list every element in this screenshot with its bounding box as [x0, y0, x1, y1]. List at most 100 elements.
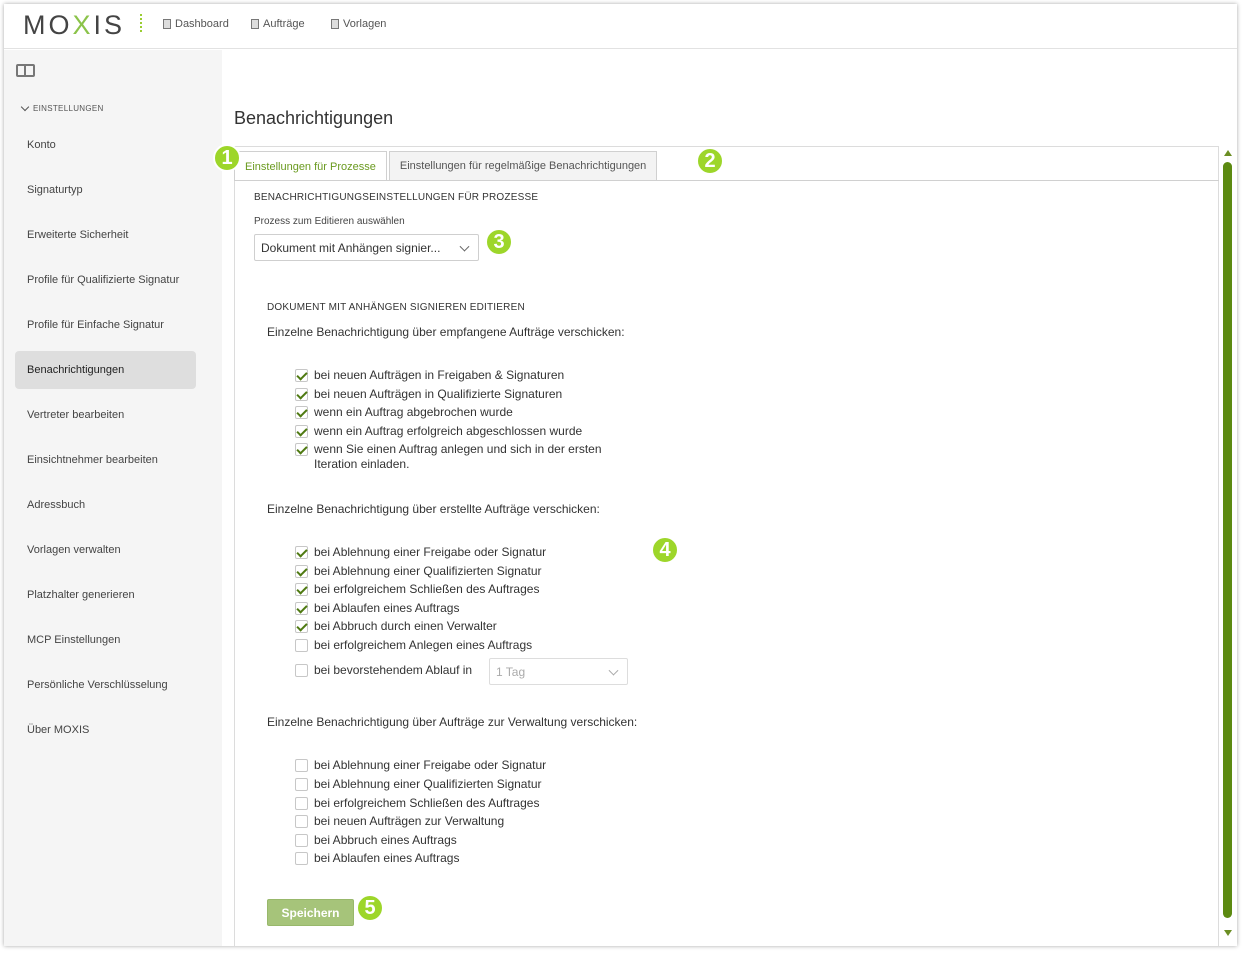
- checkbox-checked[interactable]: [295, 620, 308, 633]
- section-heading: BENACHRICHTIGUNGSEINSTELLUNGEN FÜR PROZE…: [254, 192, 539, 203]
- nav-vorlagen[interactable]: Vorlagen: [331, 18, 386, 30]
- expiry-select[interactable]: 1 Tag: [489, 658, 628, 685]
- sidebar-toggle-icon[interactable]: [16, 64, 35, 77]
- checkbox-checked[interactable]: [295, 546, 308, 559]
- sidebar-item-label: Platzhalter generieren: [27, 589, 135, 601]
- sidebar-item-einsichtnehmer[interactable]: Einsichtnehmer bearbeiten: [15, 441, 196, 479]
- sidebar-item-erweiterte-sicherheit[interactable]: Erweiterte Sicherheit: [15, 216, 196, 254]
- scroll-up-arrow-icon[interactable]: [1224, 150, 1232, 156]
- checkbox-checked[interactable]: [295, 369, 308, 382]
- checkbox-unchecked[interactable]: [295, 664, 308, 677]
- sidebar-section-einstellungen[interactable]: EINSTELLUNGEN: [20, 102, 104, 113]
- option-received-abgebrochen[interactable]: wenn ein Auftrag abgebrochen wurde: [295, 405, 513, 420]
- sidebar-item-platzhalter[interactable]: Platzhalter generieren: [15, 576, 196, 614]
- sidebar-item-signaturtyp[interactable]: Signaturtyp: [15, 171, 196, 209]
- save-button[interactable]: Speichern: [267, 899, 354, 926]
- sidebar-item-verschluesselung[interactable]: Persönliche Verschlüsselung: [15, 666, 196, 704]
- checkbox-checked[interactable]: [295, 425, 308, 438]
- group-managed-label: Einzelne Benachrichtigung über Aufträge …: [267, 715, 638, 729]
- option-managed-ablehnung-qualifiziert[interactable]: bei Ablehnung einer Qualifizierten Signa…: [295, 777, 541, 792]
- option-created-bevorstehend[interactable]: bei bevorstehendem Ablauf in: [295, 663, 472, 678]
- tab-divider: [234, 180, 1219, 181]
- document-icon: [331, 19, 339, 29]
- option-label-wrap: wenn Sie einen Auftrag anlegen und sich …: [314, 442, 602, 472]
- option-label: bei Ablaufen eines Auftrags: [314, 601, 460, 615]
- sidebar-item-label: Über MOXIS: [27, 724, 90, 736]
- sidebar-item-label: Vertreter bearbeiten: [27, 409, 125, 421]
- sidebar-item-ueber-moxis[interactable]: Über MOXIS: [15, 711, 196, 749]
- process-select[interactable]: Dokument mit Anhängen signier...: [254, 234, 479, 261]
- sidebar-item-mcp[interactable]: MCP Einstellungen: [15, 621, 196, 659]
- scrollbar[interactable]: [1220, 146, 1236, 938]
- sidebar-item-konto[interactable]: Konto: [15, 126, 196, 164]
- nav-vorlagen-label: Vorlagen: [343, 18, 387, 30]
- option-label: bei Ablehnung einer Qualifizierten Signa…: [314, 777, 542, 791]
- option-label: bei erfolgreichem Schließen des Auftrage…: [314, 796, 540, 810]
- tab-prozesse[interactable]: Einstellungen für Prozesse: [234, 151, 387, 181]
- checkbox-checked[interactable]: [295, 583, 308, 596]
- annotation-badge-3: 3: [485, 228, 513, 256]
- checkbox-unchecked[interactable]: [295, 778, 308, 791]
- chevron-down-icon: [608, 665, 619, 676]
- checkbox-unchecked[interactable]: [295, 815, 308, 828]
- option-managed-schliessen[interactable]: bei erfolgreichem Schließen des Auftrage…: [295, 796, 539, 811]
- sidebar-item-vorlagen-verwalten[interactable]: Vorlagen verwalten: [15, 531, 196, 569]
- sidebar-item-label: Einsichtnehmer bearbeiten: [27, 454, 158, 466]
- option-received-anlegen[interactable]: wenn Sie einen Auftrag anlegen und sich …: [295, 442, 602, 472]
- checkbox-checked[interactable]: [295, 443, 308, 456]
- option-received-abgeschlossen[interactable]: wenn ein Auftrag erfolgreich abgeschloss…: [295, 424, 582, 439]
- option-label: bei erfolgreichem Anlegen eines Auftrags: [314, 638, 533, 652]
- option-managed-ablaufen[interactable]: bei Ablaufen eines Auftrags: [295, 851, 459, 866]
- option-managed-abbruch[interactable]: bei Abbruch eines Auftrags: [295, 833, 457, 848]
- checkbox-unchecked[interactable]: [295, 759, 308, 772]
- option-created-ablaufen[interactable]: bei Ablaufen eines Auftrags: [295, 601, 459, 616]
- group-received-label: Einzelne Benachrichtigung über empfangen…: [267, 325, 625, 339]
- sidebar-item-adressbuch[interactable]: Adressbuch: [15, 486, 196, 524]
- sidebar-item-benachrichtigungen[interactable]: Benachrichtigungen: [15, 351, 196, 389]
- checkbox-checked[interactable]: [295, 602, 308, 615]
- option-created-anlegen[interactable]: bei erfolgreichem Anlegen eines Auftrags: [295, 638, 532, 653]
- checkbox-checked[interactable]: [295, 565, 308, 578]
- nav-dashboard-label: Dashboard: [175, 18, 229, 30]
- option-created-abbruch-verwalter[interactable]: bei Abbruch durch einen Verwalter: [295, 619, 497, 634]
- option-received-freigaben[interactable]: bei neuen Aufträgen in Freigaben & Signa…: [295, 368, 564, 383]
- sidebar-item-profile-einfache[interactable]: Profile für Einfache Signatur: [15, 306, 196, 344]
- logo-x: X: [72, 10, 94, 40]
- document-icon: [251, 19, 259, 29]
- chevron-down-icon: [20, 102, 30, 112]
- sidebar-item-label: MCP Einstellungen: [27, 634, 121, 646]
- option-created-ablehnung-qualifiziert[interactable]: bei Ablehnung einer Qualifizierten Signa…: [295, 564, 541, 579]
- checkbox-unchecked[interactable]: [295, 639, 308, 652]
- settings-sidebar: EINSTELLUNGEN Konto Signaturtyp Erweiter…: [4, 50, 222, 946]
- option-label: bei Ablehnung einer Qualifizierten Signa…: [314, 564, 542, 578]
- option-label: bei bevorstehendem Ablauf in: [314, 663, 473, 677]
- nav-auftraege[interactable]: Aufträge: [251, 18, 305, 30]
- checkbox-unchecked[interactable]: [295, 834, 308, 847]
- sidebar-item-profile-qualifizierte[interactable]: Profile für Qualifizierte Signatur: [15, 261, 196, 299]
- sidebar-item-label: Konto: [27, 139, 56, 151]
- option-received-qualifizierte[interactable]: bei neuen Aufträgen in Qualifizierte Sig…: [295, 387, 562, 402]
- expiry-select-value: 1 Tag: [496, 664, 526, 679]
- main-content: Benachrichtigungen Einstellungen für Pro…: [223, 50, 1237, 946]
- scrollbar-thumb[interactable]: [1223, 162, 1232, 918]
- process-select-value: Dokument mit Anhängen signier...: [261, 240, 441, 255]
- process-select-label: Prozess zum Editieren auswählen: [254, 216, 405, 227]
- checkbox-unchecked[interactable]: [295, 852, 308, 865]
- sidebar-item-vertreter[interactable]: Vertreter bearbeiten: [15, 396, 196, 434]
- option-label: bei neuen Aufträgen in Qualifizierte Sig…: [314, 387, 563, 401]
- scroll-down-arrow-icon[interactable]: [1224, 930, 1232, 936]
- option-created-ablehnung-freigabe[interactable]: bei Ablehnung einer Freigabe oder Signat…: [295, 545, 546, 560]
- option-managed-ablehnung-freigabe[interactable]: bei Ablehnung einer Freigabe oder Signat…: [295, 758, 546, 773]
- option-label: bei Abbruch eines Auftrags: [314, 833, 457, 847]
- option-created-schliessen[interactable]: bei erfolgreichem Schließen des Auftrage…: [295, 582, 539, 597]
- checkbox-checked[interactable]: [295, 406, 308, 419]
- tab-regelmaessige[interactable]: Einstellungen für regelmäßige Benachrich…: [388, 151, 658, 180]
- sidebar-item-label: Profile für Qualifizierte Signatur: [27, 274, 180, 286]
- checkbox-unchecked[interactable]: [295, 797, 308, 810]
- nav-dashboard[interactable]: Dashboard: [163, 18, 229, 30]
- moxis-logo[interactable]: MOXIS: [23, 10, 125, 41]
- page-title: Benachrichtigungen: [234, 108, 394, 128]
- annotation-badge-5: 5: [356, 894, 384, 922]
- checkbox-checked[interactable]: [295, 388, 308, 401]
- option-managed-neue-verwaltung[interactable]: bei neuen Aufträgen zur Verwaltung: [295, 814, 504, 829]
